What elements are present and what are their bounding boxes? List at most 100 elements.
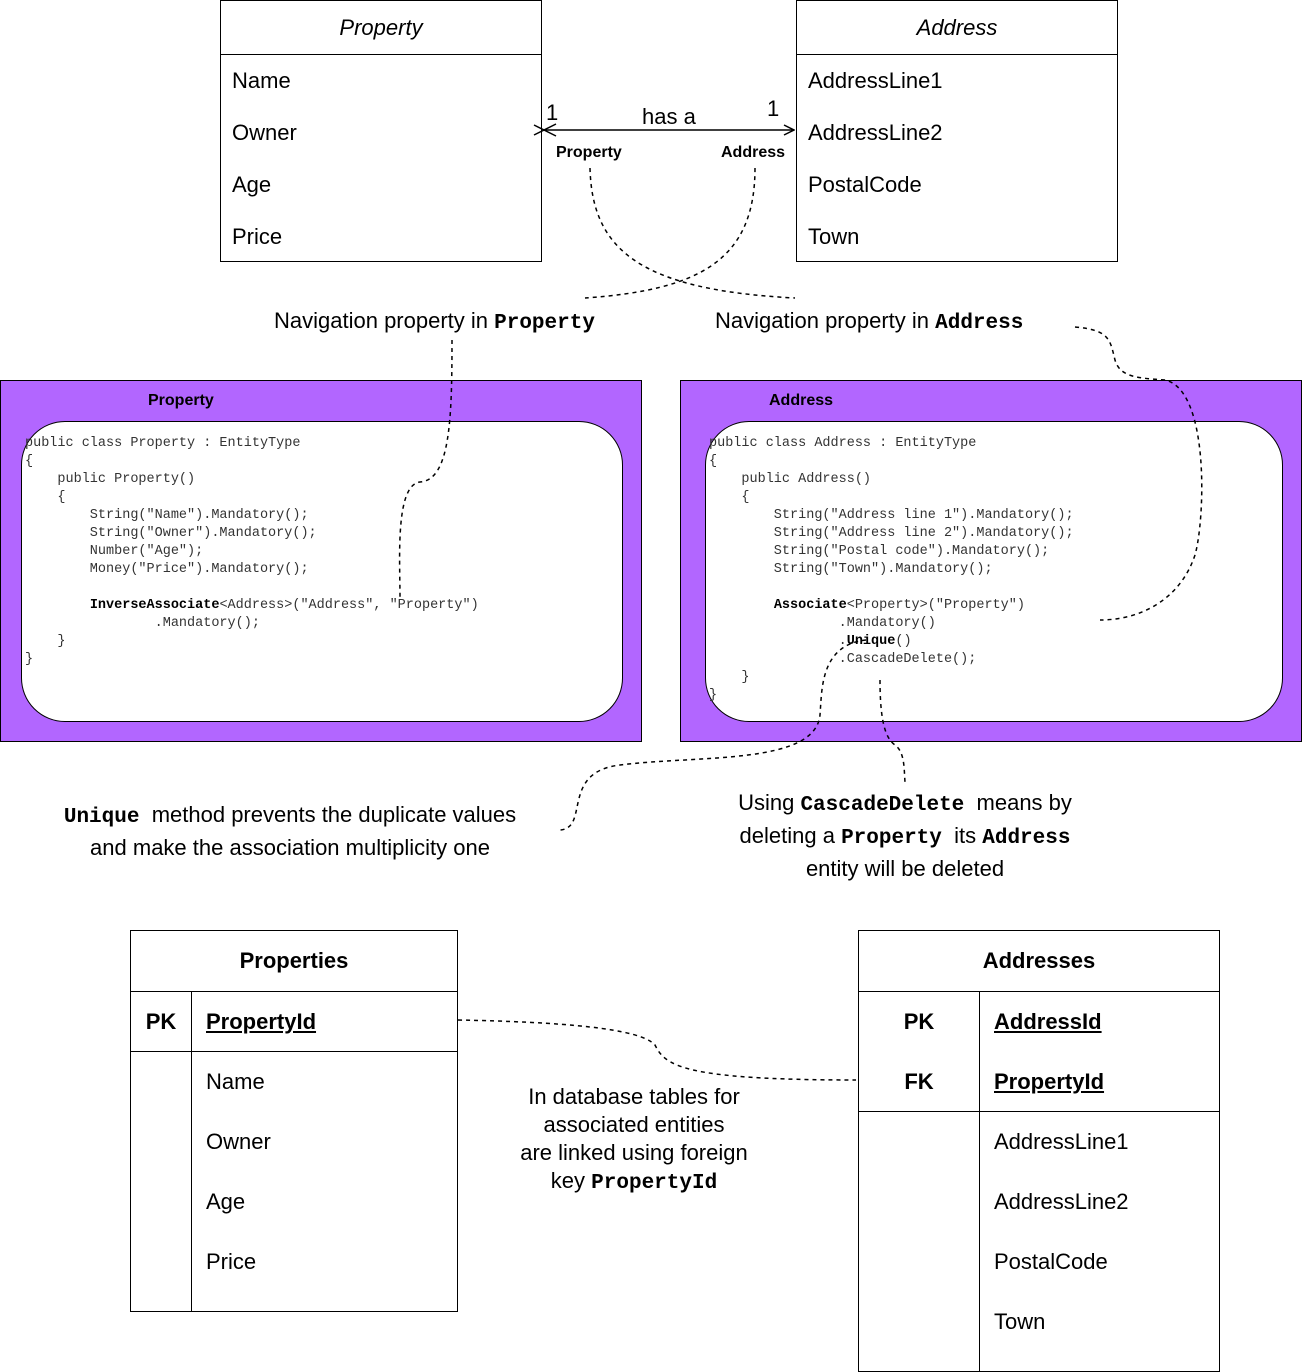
code-line: } (25, 634, 66, 649)
code-panel-property: Property public class Property : EntityT… (0, 380, 642, 742)
association-label: has a (642, 104, 696, 129)
code-line: { (25, 454, 34, 469)
dashed-connector-nav-address (589, 167, 796, 299)
uml-attribute: Price (232, 224, 283, 249)
note-text: key (550, 1168, 592, 1193)
note-line: entity will be deleted (805, 856, 1005, 881)
uml-class-title: Address (797, 1, 1117, 55)
code-line: String("Name").Mandatory(); (25, 508, 309, 523)
pk-column: PropertyId (206, 1009, 317, 1034)
note-text: its (954, 823, 983, 848)
note-line: associated entities (543, 1112, 725, 1137)
table-column: Price (206, 1249, 257, 1274)
db-table-properties: Properties PK PropertyId Name Owner Age … (130, 930, 458, 1312)
association-left-role: Property (556, 144, 622, 161)
note-code: Address (982, 827, 1071, 850)
code-line: String("Postal code").Mandatory(); (709, 544, 1050, 559)
pk-label: PK (903, 1009, 935, 1034)
uml-class-property: Property Name Owner Age Price (220, 0, 542, 262)
code-keyword: Unique (846, 634, 896, 649)
code-line: public class Property : EntityType (25, 436, 301, 451)
table-column: Owner (206, 1129, 271, 1154)
uml-attribute: Name (232, 68, 291, 93)
code-line: } (25, 652, 34, 667)
code-line: String("Owner").Mandatory(); (25, 526, 317, 541)
table-column: Name (206, 1069, 265, 1094)
table-column: PostalCode (994, 1249, 1108, 1274)
code-line: { (25, 490, 66, 505)
fk-column: PropertyId (994, 1069, 1105, 1094)
pk-label: PK (145, 1009, 177, 1034)
note-line: deleting a Property its Address (700, 821, 1110, 854)
code-panel-title: Property (148, 392, 214, 409)
uml-attribute: Age (232, 172, 272, 197)
uml-attribute: AddressLine1 (808, 68, 943, 93)
code-block: public class Address : EntityType { publ… (709, 435, 1074, 705)
note-text: means by (976, 790, 1072, 815)
note-code: CascadeDelete (800, 794, 965, 817)
note-code: PropertyId (591, 1172, 718, 1195)
code-panel-title: Address (769, 392, 834, 409)
code-listing: public class Property : EntityType { pub… (25, 435, 479, 669)
dashed-connector-foreign-key (457, 1019, 857, 1081)
note-foreign-key: In database tables for associated entiti… (500, 1083, 768, 1198)
code-panel-address: Address public class Address : EntityTyp… (680, 380, 1302, 742)
note-code: Address (935, 312, 1024, 335)
note-text: deleting a (739, 823, 842, 848)
code-line: .Mandatory() (709, 616, 936, 631)
code-line: String("Town").Mandatory(); (709, 562, 993, 577)
association-right-role: Address (721, 144, 786, 161)
note-code: Unique (63, 806, 140, 829)
note-text: method prevents the duplicate values (151, 802, 517, 827)
code-line: { (709, 454, 718, 469)
note-line: key PropertyId (500, 1167, 768, 1198)
code-line: Number("Age"); (25, 544, 204, 559)
pk-column: AddressId (994, 1009, 1102, 1034)
uml-class-title: Property (221, 1, 541, 55)
table-title: Properties (239, 948, 349, 973)
code-line: } (709, 670, 750, 685)
association-right-multiplicity: 1 (767, 96, 780, 121)
note-code: Property (494, 312, 595, 335)
note-text: Navigation property in (715, 308, 936, 333)
code-line: .Unique() (709, 634, 912, 649)
note-cascade: Using CascadeDelete means by deleting a … (700, 788, 1110, 884)
table-column: AddressLine2 (994, 1189, 1129, 1214)
table-column: AddressLine1 (994, 1129, 1129, 1154)
code-line: .CascadeDelete(); (709, 652, 977, 667)
note-line: Unique method prevents the duplicate val… (40, 800, 540, 833)
fk-label: FK (904, 1069, 934, 1094)
table-column: Age (206, 1189, 246, 1214)
table-title: Addresses (982, 948, 1096, 973)
code-line: .Mandatory(); (25, 616, 260, 631)
note-line: Using CascadeDelete means by (700, 788, 1110, 821)
note-code: Property (841, 827, 942, 850)
code-line: String("Address line 2").Mandatory(); (709, 526, 1074, 541)
code-line: String("Address line 1").Mandatory(); (709, 508, 1074, 523)
uml-attribute: Owner (232, 120, 297, 145)
note-text: Navigation property in (274, 308, 495, 333)
note-text: Using (738, 790, 801, 815)
uml-attribute: Town (808, 224, 860, 249)
note-line: and make the association multiplicity on… (90, 835, 490, 860)
code-line: Associate<Property>("Property") (773, 598, 1025, 613)
note-line: In database tables for (528, 1084, 740, 1109)
code-listing: public class Address : EntityType { publ… (709, 435, 1074, 705)
uml-attribute: AddressLine2 (808, 120, 943, 145)
uml-class-address: Address AddressLine1 AddressLine2 Postal… (796, 0, 1118, 262)
table-column: Town (994, 1309, 1046, 1334)
note-line: are linked using foreign (520, 1140, 748, 1165)
association-left-multiplicity: 1 (546, 100, 559, 125)
dashed-connector-nav-property (584, 167, 756, 299)
uml-attribute: PostalCode (808, 172, 922, 197)
code-line: public Address() (709, 472, 872, 487)
code-block: public class Property : EntityType { pub… (25, 435, 479, 669)
code-keyword: Associate (773, 598, 847, 613)
db-table-addresses: Addresses PK AddressId FK PropertyId Add… (858, 930, 1220, 1372)
code-line: Money("Price").Mandatory(); (25, 562, 309, 577)
code-line: { (709, 490, 750, 505)
note-unique: Unique method prevents the duplicate val… (40, 800, 540, 863)
code-keyword: InverseAssociate (89, 598, 220, 613)
code-line: public class Address : EntityType (709, 436, 977, 451)
note-nav-property: Navigation property in Property (274, 306, 595, 339)
